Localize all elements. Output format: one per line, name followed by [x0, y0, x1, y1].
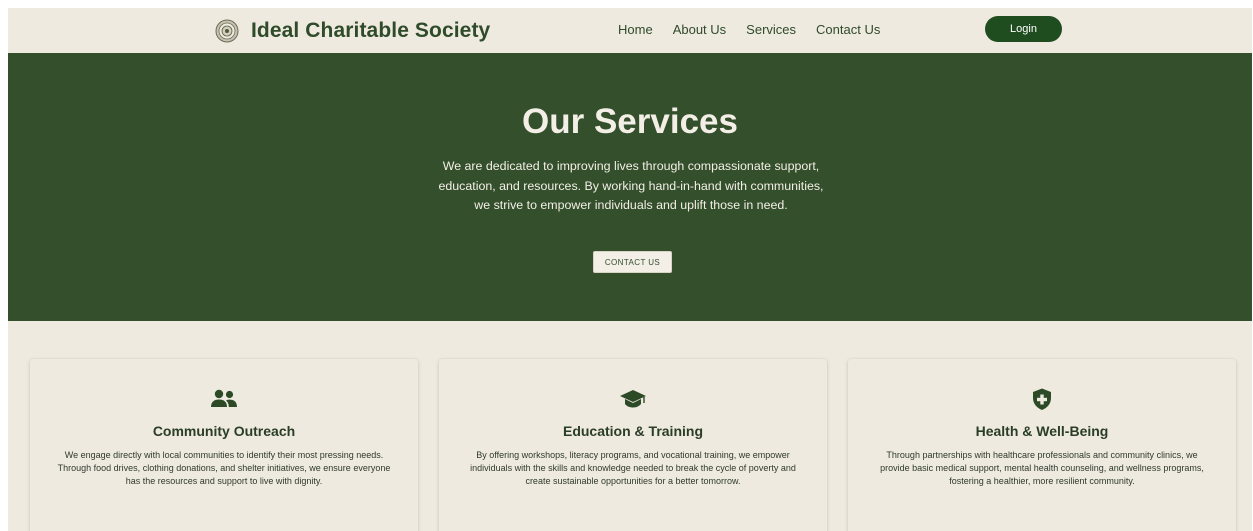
service-description: We engage directly with local communitie… [57, 450, 391, 487]
nav-about-us[interactable]: About Us [673, 22, 726, 38]
medical-shield-icon [1033, 388, 1051, 410]
service-card-community-outreach: Community Outreach We engage directly wi… [30, 359, 418, 531]
brand-name: Ideal Charitable Society [251, 19, 491, 42]
brand[interactable]: Ideal Charitable Society [215, 16, 490, 46]
hero-description: We are dedicated to improving lives thro… [438, 159, 824, 212]
service-title: Education & Training [562, 423, 703, 439]
page-title: Our Services [522, 102, 738, 141]
services-list: Community Outreach We engage directly wi… [8, 359, 1252, 531]
contact-us-button[interactable]: CONTACT US [593, 251, 672, 273]
service-title: Community Outreach [152, 423, 296, 439]
graduation-cap-icon [620, 390, 646, 408]
page: Ideal Charitable Society Home About Us S… [8, 8, 1252, 531]
service-card-education-training: Education & Training By offering worksho… [439, 359, 827, 531]
service-card-health-well-being: Health & Well-Being Through partnerships… [848, 359, 1236, 531]
main-nav: Home About Us Services Contact Us [618, 22, 900, 38]
nav-home[interactable]: Home [618, 22, 653, 38]
nav-services[interactable]: Services [746, 22, 796, 38]
seal-logo-icon [215, 19, 239, 43]
service-description: By offering workshops, literacy programs… [470, 450, 796, 487]
login-button[interactable]: Login [985, 16, 1062, 42]
people-group-icon [211, 389, 237, 407]
site-header: Ideal Charitable Society Home About Us S… [8, 8, 1252, 53]
service-description: Through partnerships with healthcare pro… [880, 450, 1204, 487]
nav-contact-us[interactable]: Contact Us [816, 22, 880, 38]
service-title: Health & Well-Being [975, 423, 1109, 439]
hero-section: Our Services We are dedicated to improvi… [8, 53, 1252, 321]
